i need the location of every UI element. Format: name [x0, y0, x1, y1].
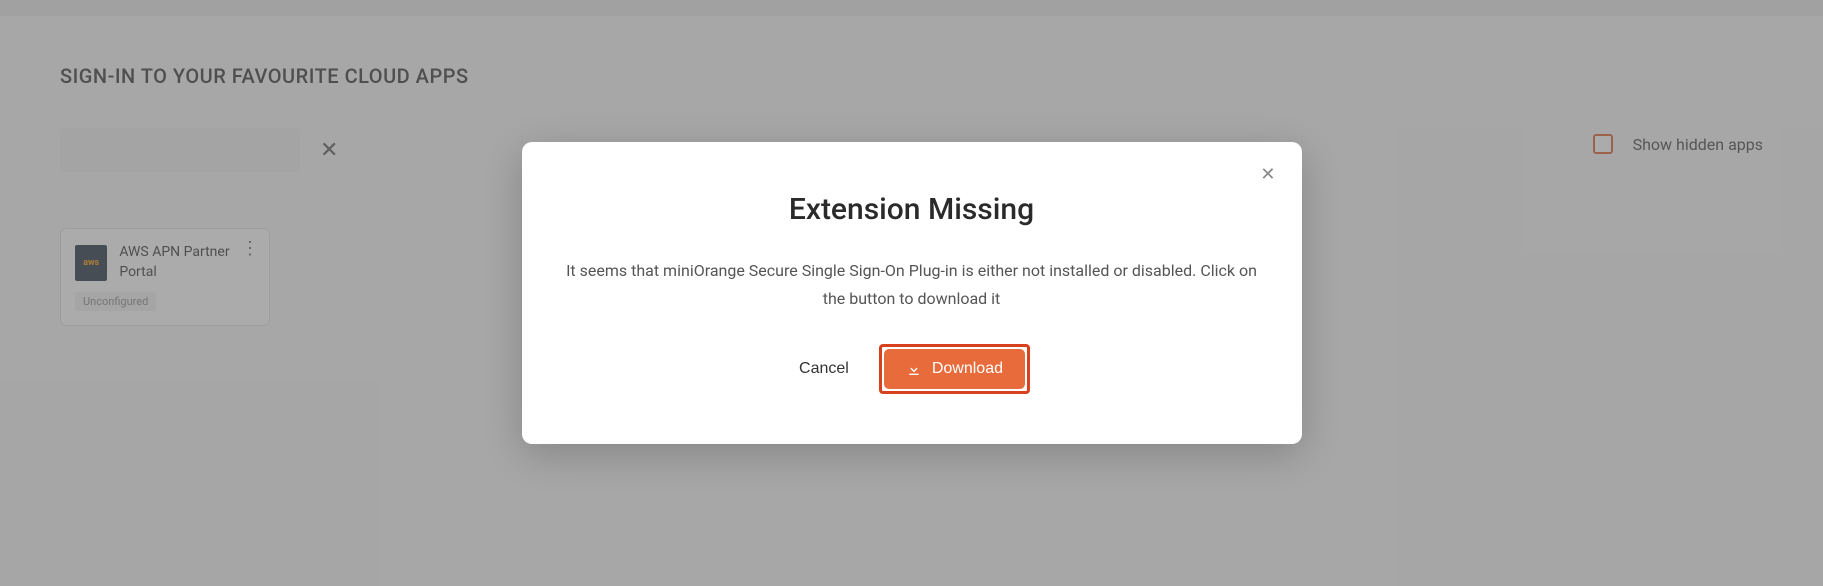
extension-missing-modal: ✕ Extension Missing It seems that miniOr…: [522, 142, 1302, 443]
download-icon: [906, 361, 922, 377]
modal-actions: Cancel Download: [562, 344, 1262, 394]
download-button[interactable]: Download: [884, 349, 1025, 389]
download-button-label: Download: [932, 360, 1003, 378]
modal-close-button[interactable]: ✕: [1260, 164, 1275, 185]
modal-message: It seems that miniOrange Secure Single S…: [562, 257, 1262, 311]
cancel-button[interactable]: Cancel: [793, 350, 855, 388]
close-icon: ✕: [1260, 164, 1275, 184]
modal-title: Extension Missing: [562, 192, 1262, 227]
modal-overlay: ✕ Extension Missing It seems that miniOr…: [0, 0, 1823, 586]
download-button-highlight: Download: [879, 344, 1030, 394]
